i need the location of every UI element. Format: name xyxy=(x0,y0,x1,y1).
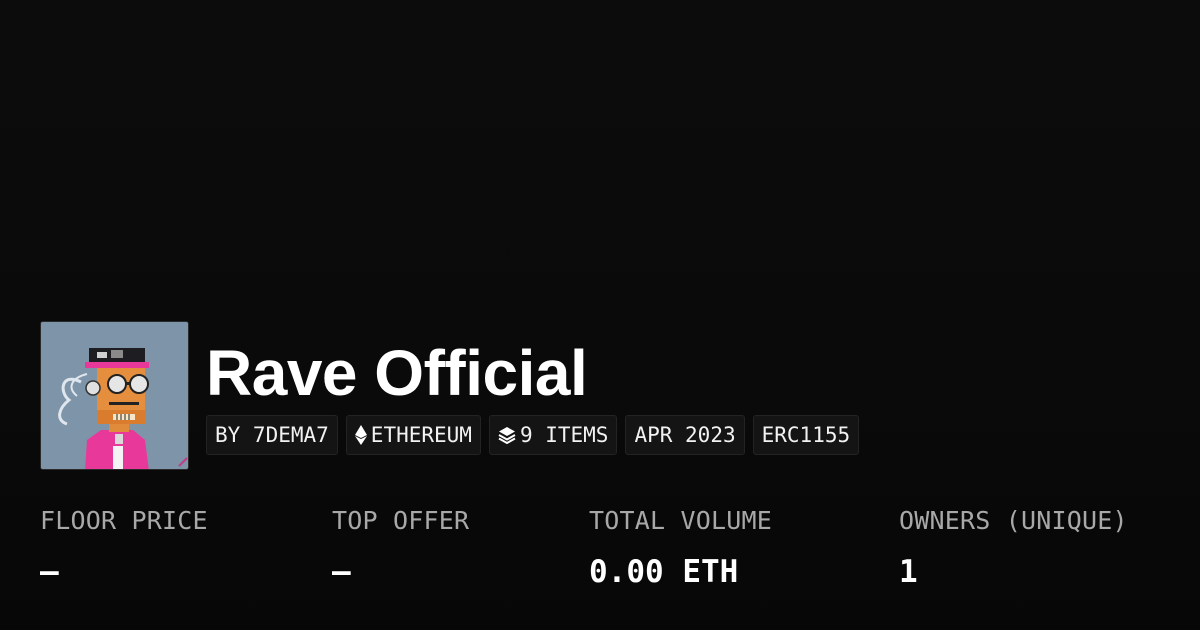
tag-label: ETHEREUM xyxy=(370,423,472,447)
collection-stats: FLOOR PRICE — TOP OFFER — TOTAL VOLUME 0… xyxy=(40,504,1180,604)
tag-chain[interactable]: ETHEREUM xyxy=(345,415,481,455)
stat-label: TOTAL VOLUME xyxy=(589,506,773,535)
stat-floor-price: FLOOR PRICE — xyxy=(40,504,208,591)
stat-value: 0.00 ETH xyxy=(589,554,739,590)
stat-value: — xyxy=(40,554,59,590)
pixel-ape-avatar-icon xyxy=(41,322,188,469)
stat-label: OWNERS (UNIQUE) xyxy=(899,506,1128,535)
tag-items[interactable]: 9 ITEMS xyxy=(488,415,618,455)
stat-label: TOP OFFER xyxy=(332,506,470,535)
stat-total-volume: TOTAL VOLUME 0.00 ETH xyxy=(589,504,772,591)
stat-owners: OWNERS (UNIQUE) 1 xyxy=(899,504,1128,591)
tag-creator[interactable]: BY 7DEMA7 xyxy=(206,415,338,455)
stat-label: FLOOR PRICE xyxy=(40,506,208,535)
stat-value: 1 xyxy=(899,554,918,590)
collection-avatar xyxy=(40,321,189,470)
layers-icon xyxy=(498,426,516,444)
ethereum-icon xyxy=(354,425,367,445)
tag-label: BY 7DEMA7 xyxy=(215,423,329,447)
stat-top-offer: TOP OFFER — xyxy=(332,504,469,591)
tag-label: APR 2023 xyxy=(634,423,736,447)
tag-standard[interactable]: ERC1155 xyxy=(752,415,860,455)
tag-label: 9 ITEMS xyxy=(519,423,609,447)
tag-label: ERC1155 xyxy=(761,423,851,447)
collection-tags: BY 7DEMA7 ETHEREUM 9 ITEMS APR 2023 ERC1… xyxy=(206,415,860,455)
tag-date[interactable]: APR 2023 xyxy=(625,415,745,455)
collection-title: Rave Official xyxy=(206,337,588,409)
stat-value: — xyxy=(332,554,351,590)
